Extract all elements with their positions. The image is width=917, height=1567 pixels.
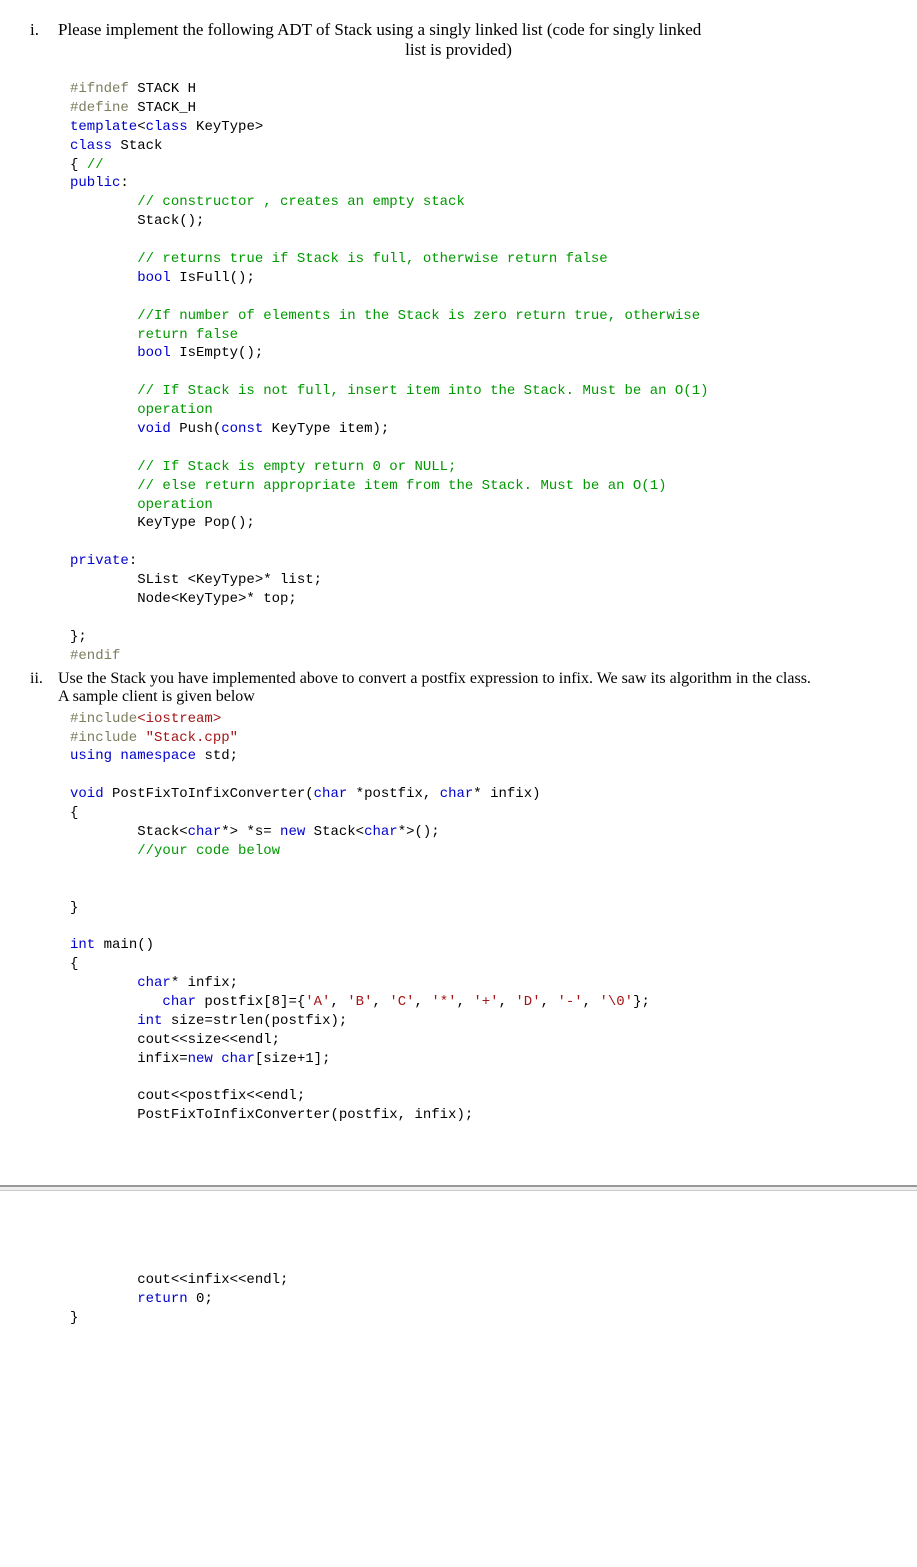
page-break-divider — [0, 1185, 917, 1191]
question-1-heading: i.Please implement the following ADT of … — [30, 20, 887, 60]
q1-text-line1: Please implement the following ADT of St… — [58, 20, 701, 39]
client-code-continued: cout<<infix<<endl; return 0; } — [70, 1271, 887, 1328]
q2-text1: Use the Stack you have implemented above… — [58, 670, 811, 687]
client-code: #include<iostream> #include "Stack.cpp" … — [70, 710, 887, 1126]
q2-numeral: ii. — [30, 670, 58, 688]
question-2-heading: ii.Use the Stack you have implemented ab… — [30, 670, 887, 706]
stack-header-code: #ifndef STACK H #define STACK_H template… — [70, 80, 887, 666]
q1-text-line2: list is provided) — [30, 40, 887, 60]
q2-text2: A sample client is given below — [58, 688, 255, 705]
q1-numeral: i. — [30, 20, 58, 40]
